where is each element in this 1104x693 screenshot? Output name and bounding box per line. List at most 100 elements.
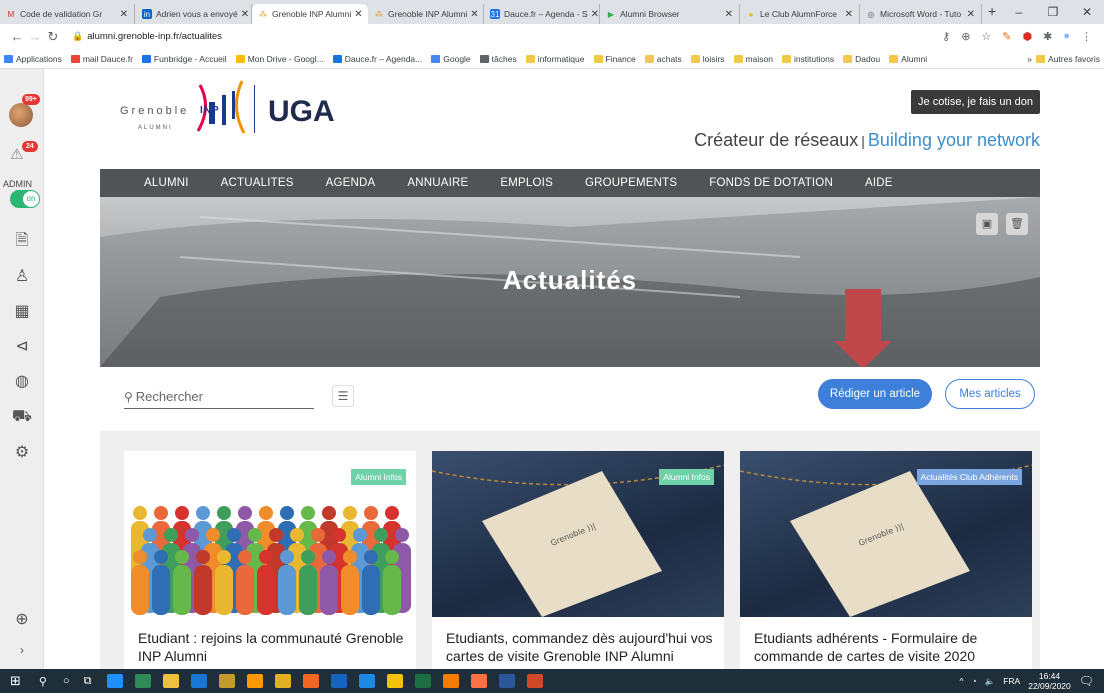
taskbar-app-icon[interactable] xyxy=(107,674,124,688)
add-icon[interactable]: ⊕ xyxy=(0,609,44,629)
article-card[interactable]: Grenoble ))| Actualités Club Adhérents E… xyxy=(740,451,1032,669)
taskbar-app-icon[interactable] xyxy=(359,674,376,688)
bookmark-item[interactable]: Applications xyxy=(4,54,62,64)
browser-tab[interactable]: 31 Dauce.fr – Agenda - S ✕ xyxy=(484,4,600,24)
close-tab-icon[interactable]: ✕ xyxy=(467,9,478,20)
taskbar-app-icon[interactable] xyxy=(135,674,152,688)
other-bookmarks[interactable]: Autres favoris xyxy=(1036,54,1100,64)
nav-item-actualites[interactable]: ACTUALITES xyxy=(221,177,294,189)
taskbar-app-icon[interactable] xyxy=(443,674,460,688)
nav-item-annuaire[interactable]: ANNUAIRE xyxy=(407,177,468,189)
category-badge[interactable]: Actualités Club Adhérents xyxy=(916,469,1022,485)
clock-date[interactable]: 22/09/2020 xyxy=(1028,681,1071,691)
close-tab-icon[interactable]: ✕ xyxy=(842,9,853,20)
bookmark-item[interactable]: maison xyxy=(733,54,773,64)
puzzle-icon[interactable]: ✱ xyxy=(1043,30,1052,43)
category-badge[interactable]: Alumni Infos xyxy=(351,469,406,485)
article-card[interactable]: Grenoble ))| Alumni Infos Etudiants, com… xyxy=(432,451,724,669)
network-icon[interactable]: ◔ xyxy=(971,676,976,686)
new-tab-button[interactable]: + xyxy=(988,3,996,19)
bookmark-item[interactable]: institutions xyxy=(781,54,834,64)
star-icon[interactable]: ☆ xyxy=(981,30,991,43)
pdf-icon[interactable]: ▣ xyxy=(976,213,998,235)
bookmark-item[interactable]: tâches xyxy=(479,54,517,64)
zoom-icon[interactable]: ⊕ xyxy=(961,30,970,43)
close-tab-icon[interactable]: ✕ xyxy=(117,9,128,20)
taskbar-app-icon[interactable] xyxy=(191,674,208,688)
settings-icon[interactable]: ⚙ xyxy=(0,442,44,462)
profile-icon[interactable]: ● xyxy=(1063,30,1070,43)
bookmark-item[interactable]: achats xyxy=(644,54,682,64)
article-title[interactable]: Etudiants adhérents - Formulaire de comm… xyxy=(754,629,1024,665)
document-icon[interactable]: 🗎 xyxy=(0,229,44,256)
close-tab-icon[interactable]: ✕ xyxy=(722,9,733,20)
taskview-icon[interactable]: ⧉ xyxy=(84,675,92,688)
taskbar-app-icon[interactable] xyxy=(303,674,320,688)
nav-item-aide[interactable]: AIDE xyxy=(865,177,893,189)
write-article-button[interactable]: Rédiger un article xyxy=(818,379,932,409)
key-icon[interactable]: ⚷ xyxy=(942,30,950,43)
windows-start-icon[interactable]: ⊞ xyxy=(10,673,21,689)
search-input[interactable]: ⚲ Rechercher xyxy=(124,385,314,409)
browser-tab[interactable]: ● Le Club AlumnForce ✕ xyxy=(740,4,860,24)
adblock-icon[interactable]: ⬢ xyxy=(1023,30,1033,43)
clock-time[interactable]: 16:44 xyxy=(1028,671,1071,681)
trash-icon[interactable]: 🗑 xyxy=(1006,213,1028,235)
bookmark-item[interactable]: informatique xyxy=(525,54,585,64)
uga-logo[interactable]: UGA xyxy=(268,95,335,129)
close-tab-icon[interactable]: ✕ xyxy=(351,9,362,20)
bookmark-item[interactable]: loisirs xyxy=(690,54,725,64)
browser-tab[interactable]: ◎ Microsoft Word - Tuto ✕ xyxy=(860,4,982,24)
taskbar-app-icon[interactable] xyxy=(275,674,292,688)
bookmark-item[interactable]: Mon Drive - Googl... xyxy=(235,54,324,64)
search-icon[interactable]: ⚲ xyxy=(39,675,47,688)
taskbar-app-icon[interactable] xyxy=(415,674,432,688)
nav-item-fonds-de-dotation[interactable]: FONDS DE DOTATION xyxy=(709,177,833,189)
minimize-button[interactable]: – xyxy=(1002,0,1036,24)
category-badge[interactable]: Alumni Infos xyxy=(659,469,714,485)
taskbar-app-icon[interactable] xyxy=(527,674,544,688)
browser-tab[interactable]: M Code de validation Gr ✕ xyxy=(0,4,135,24)
maximize-button[interactable]: ❐ xyxy=(1036,0,1070,24)
bookmark-item[interactable]: Funbridge - Accueil xyxy=(141,54,227,64)
my-articles-button[interactable]: Mes articles xyxy=(945,379,1035,409)
browser-tab[interactable]: ⁂ Grenoble INP Alumni ✕ xyxy=(368,4,484,24)
bookmark-item[interactable]: Google xyxy=(431,54,471,64)
megaphone-icon[interactable]: ⊲ xyxy=(0,336,44,356)
language-indicator[interactable]: FRA xyxy=(1003,676,1020,686)
article-card[interactable]: Alumni Infos Etudiant : rejoins la commu… xyxy=(124,451,416,669)
extension-icon[interactable]: ✎ xyxy=(1002,30,1011,43)
bookmark-item[interactable]: Dadou xyxy=(843,54,880,64)
bookmarks-overflow-button[interactable]: » xyxy=(1027,54,1032,64)
close-tab-icon[interactable]: ✕ xyxy=(238,9,249,20)
url-field[interactable]: alumni.grenoble-inp.fr/actualites xyxy=(87,31,222,42)
taskbar-app-icon[interactable] xyxy=(219,674,236,688)
close-tab-icon[interactable]: ✕ xyxy=(588,9,599,20)
article-title[interactable]: Etudiant : rejoins la communauté Grenobl… xyxy=(138,629,408,665)
taskbar-app-icon[interactable] xyxy=(247,674,264,688)
taskbar-app-icon[interactable] xyxy=(499,674,516,688)
cortana-icon[interactable]: ○ xyxy=(63,675,70,687)
nav-item-alumni[interactable]: ALUMNI xyxy=(144,177,189,189)
close-window-button[interactable]: ✕ xyxy=(1070,0,1104,24)
taskbar-app-icon[interactable] xyxy=(387,674,404,688)
user-icon[interactable]: ♙ xyxy=(0,266,44,286)
back-icon[interactable]: ← xyxy=(8,29,26,44)
reload-icon[interactable]: ↻ xyxy=(44,29,62,45)
taskbar-app-icon[interactable] xyxy=(163,674,180,688)
taskbar-app-icon[interactable] xyxy=(471,674,488,688)
admin-toggle[interactable]: on xyxy=(10,190,40,208)
bookmark-item[interactable]: Alumni xyxy=(889,54,927,64)
avatar[interactable] xyxy=(9,103,33,127)
bookmark-item[interactable]: Dauce.fr – Agenda... xyxy=(332,54,422,64)
volume-icon[interactable]: 🔈 xyxy=(985,676,996,687)
bookmark-item[interactable]: Finance xyxy=(593,54,636,64)
browser-tab[interactable]: in Adrien vous a envoyé ✕ xyxy=(136,4,252,24)
tray-up-icon[interactable]: ^ xyxy=(959,676,963,686)
forward-icon[interactable]: → xyxy=(26,29,44,44)
nav-item-groupements[interactable]: GROUPEMENTS xyxy=(585,177,677,189)
nav-item-emplois[interactable]: EMPLOIS xyxy=(500,177,553,189)
globe-icon[interactable]: ◍ xyxy=(0,371,44,391)
expand-icon[interactable]: › xyxy=(0,643,44,657)
cart-icon[interactable]: ⛟ xyxy=(0,407,44,427)
